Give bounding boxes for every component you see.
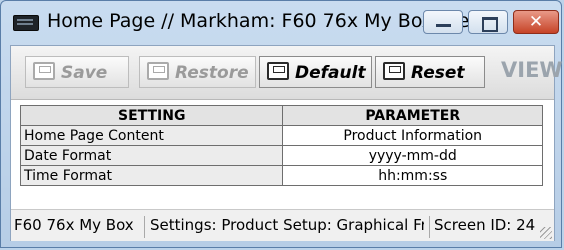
- column-header-setting: SETTING: [19, 105, 284, 126]
- reset-icon: [383, 62, 405, 80]
- default-button[interactable]: Default: [259, 56, 372, 88]
- parameter-cell[interactable]: Product Information: [282, 125, 543, 146]
- status-bar: F60 76x My Box Settings: Product Setup: …: [11, 209, 554, 241]
- settings-table: SETTING PARAMETER Home Page Content Prod…: [19, 105, 543, 186]
- minimize-icon: [436, 24, 451, 27]
- status-device: F60 76x My Box: [14, 216, 134, 234]
- table-row: Time Format hh:mm:ss: [19, 165, 543, 186]
- status-screen-id: Screen ID: 24: [429, 216, 541, 238]
- settings-window: Home Page // Markham: F60 76x My Box: Se…: [0, 0, 563, 248]
- reset-button[interactable]: Reset: [375, 56, 485, 88]
- parameter-cell[interactable]: hh:mm:ss: [282, 165, 543, 186]
- window-client-area: Save Restore Default Reset VIEW SETTING …: [10, 45, 563, 241]
- table-header-row: SETTING PARAMETER: [19, 105, 543, 126]
- table-row: Date Format yyyy-mm-dd: [19, 145, 543, 166]
- column-header-parameter: PARAMETER: [282, 105, 543, 126]
- setting-cell: Home Page Content: [19, 125, 284, 146]
- close-icon: ✕: [528, 12, 544, 32]
- save-button[interactable]: Save: [25, 56, 129, 88]
- table-row: Home Page Content Product Information: [19, 125, 543, 146]
- view-button[interactable]: VIEW: [501, 58, 563, 82]
- setting-cell: Date Format: [19, 145, 284, 166]
- resize-grip-icon[interactable]: [540, 227, 552, 239]
- setting-cell: Time Format: [19, 165, 284, 186]
- title-bar[interactable]: Home Page // Markham: F60 76x My Box: Se…: [1, 1, 561, 45]
- save-icon: [33, 62, 55, 80]
- window-app-icon: [13, 15, 39, 31]
- maximize-button[interactable]: [468, 10, 508, 34]
- restore-button[interactable]: Restore: [139, 56, 256, 88]
- status-path: Settings: Product Setup: Graphical Front…: [144, 216, 424, 238]
- minimize-button[interactable]: [423, 10, 463, 34]
- parameter-cell[interactable]: yyyy-mm-dd: [282, 145, 543, 166]
- close-button[interactable]: ✕: [513, 10, 559, 34]
- save-label: Save: [61, 63, 108, 83]
- maximize-icon: [482, 17, 498, 32]
- toolbar: Save Restore Default Reset VIEW: [11, 46, 563, 100]
- default-label: Default: [295, 63, 366, 83]
- restore-label: Restore: [175, 63, 249, 83]
- reset-label: Reset: [411, 63, 465, 83]
- restore-icon: [147, 62, 169, 80]
- default-icon: [267, 62, 289, 80]
